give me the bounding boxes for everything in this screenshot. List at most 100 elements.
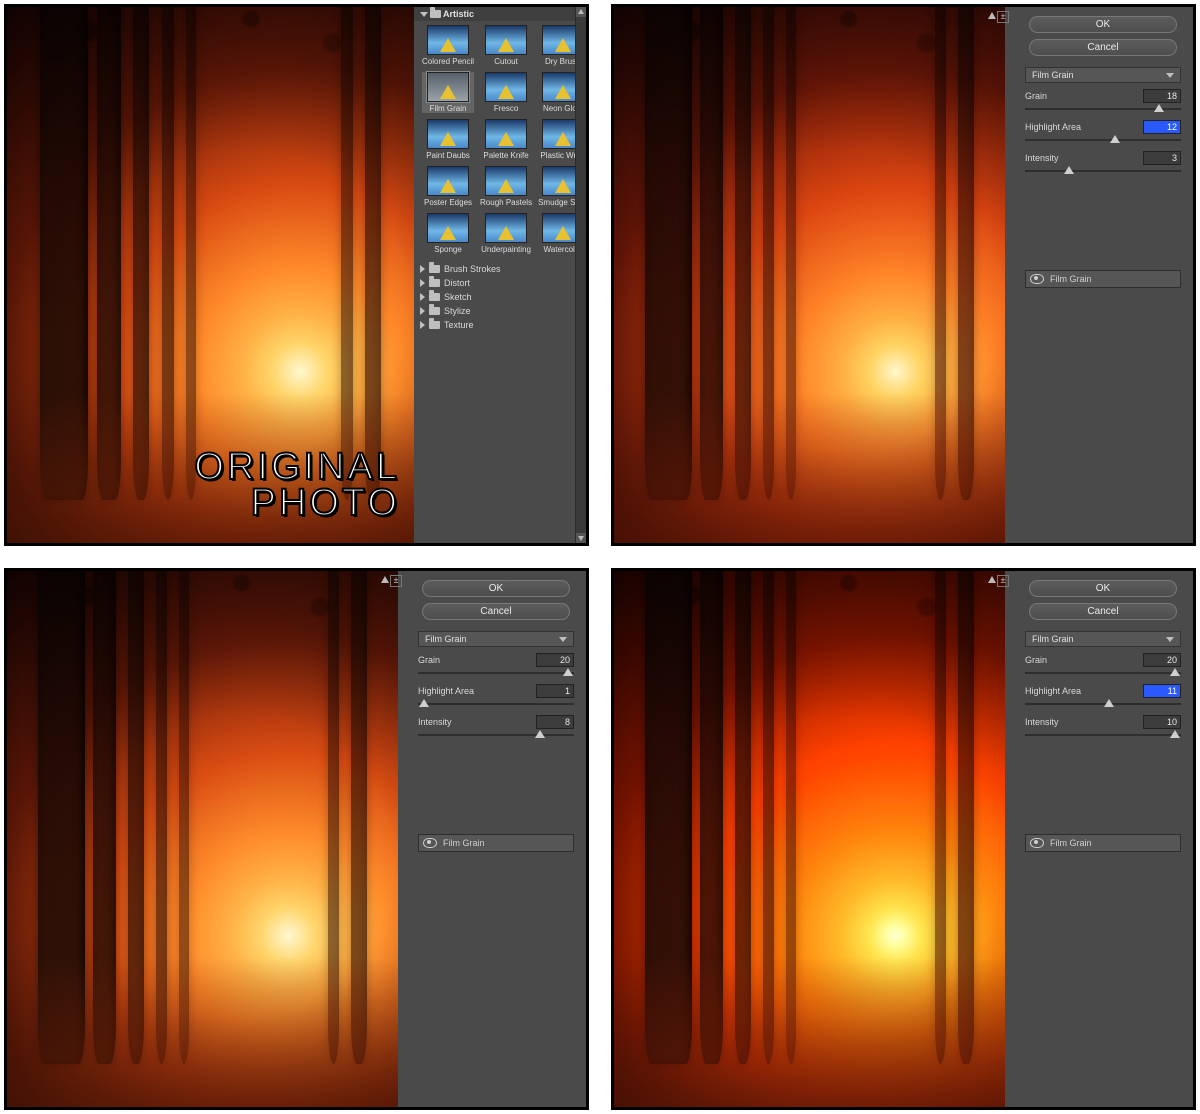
- intensity-label: Intensity: [1025, 153, 1143, 163]
- highlight-area-value[interactable]: 12: [1143, 120, 1181, 134]
- intensity-slider[interactable]: [1025, 730, 1181, 740]
- filter-select-label: Film Grain: [425, 634, 467, 644]
- chevron-down-icon: [420, 12, 428, 17]
- grain-slider[interactable]: [418, 668, 574, 678]
- highlight-area-slider[interactable]: [418, 699, 574, 709]
- filter-select-label: Film Grain: [1032, 634, 1074, 644]
- folder-icon: [430, 10, 441, 18]
- filter-thumb-label: Paint Daubs: [426, 151, 470, 160]
- filter-thumb-colored-pencil[interactable]: Colored Pencil: [422, 25, 474, 66]
- folder-icon: [429, 307, 440, 315]
- filter-gallery-panel: Artistic Colored PencilCutoutDry BrushFi…: [414, 7, 586, 543]
- expand-toggle-icon[interactable]: ±: [997, 11, 1009, 23]
- expand-toggle-icon[interactable]: ±: [997, 575, 1009, 587]
- quad-variant-3: ± OKCancelFilm GrainGrain20Highlight Are…: [4, 568, 589, 1110]
- cancel-button[interactable]: Cancel: [1029, 39, 1177, 56]
- filter-category-list: Brush Strokes Distort Sketch Stylize Texture: [414, 260, 576, 334]
- category-label: Artistic: [443, 9, 474, 19]
- filter-thumb-cutout[interactable]: Cutout: [480, 25, 532, 66]
- filter-select[interactable]: Film Grain: [1025, 631, 1181, 647]
- effect-layer-label: Film Grain: [1050, 838, 1092, 848]
- category-label: Sketch: [444, 292, 472, 302]
- filter-thumb-fresco[interactable]: Fresco: [480, 72, 532, 113]
- chevron-right-icon: [420, 265, 425, 273]
- grain-slider[interactable]: [1025, 668, 1181, 678]
- intensity-value[interactable]: 3: [1143, 151, 1181, 165]
- original-photo-label: ORIGINALPHOTO: [194, 449, 400, 521]
- filter-options-panel: OKCancelFilm GrainGrain20Highlight Area1…: [1013, 571, 1193, 1107]
- chevron-right-icon: [420, 279, 425, 287]
- gallery-category-distort[interactable]: Distort: [420, 276, 570, 290]
- intensity-slider[interactable]: [418, 730, 574, 740]
- filter-thumb-label: Palette Knife: [483, 151, 528, 160]
- preview-image: [614, 571, 1005, 1107]
- grain-value[interactable]: 20: [1143, 653, 1181, 667]
- filter-thumb-sponge[interactable]: Sponge: [422, 213, 474, 254]
- intensity-slider[interactable]: [1025, 166, 1181, 176]
- gallery-category-texture[interactable]: Texture: [420, 318, 570, 332]
- cancel-button[interactable]: Cancel: [422, 603, 570, 620]
- highlight-area-label: Highlight Area: [418, 686, 536, 696]
- effect-layer-row[interactable]: Film Grain: [418, 834, 574, 852]
- grain-label: Grain: [1025, 91, 1143, 101]
- filter-thumb-label: Film Grain: [430, 104, 467, 113]
- quad-variant-4: ± OKCancelFilm GrainGrain20Highlight Are…: [611, 568, 1196, 1110]
- cancel-button[interactable]: Cancel: [1029, 603, 1177, 620]
- gallery-category-brush-strokes[interactable]: Brush Strokes: [420, 262, 570, 276]
- scroll-up-icon[interactable]: [576, 7, 586, 17]
- grain-slider[interactable]: [1025, 104, 1181, 114]
- filter-thumb-label: Underpainting: [481, 245, 531, 254]
- intensity-value[interactable]: 8: [536, 715, 574, 729]
- expand-up-icon[interactable]: [987, 575, 997, 585]
- intensity-value[interactable]: 10: [1143, 715, 1181, 729]
- ok-button[interactable]: OK: [422, 580, 570, 597]
- gallery-category-artistic[interactable]: Artistic: [414, 7, 576, 21]
- grain-value[interactable]: 18: [1143, 89, 1181, 103]
- gallery-scrollbar[interactable]: [575, 7, 586, 543]
- chevron-down-icon: [1166, 637, 1174, 642]
- ok-button[interactable]: OK: [1029, 580, 1177, 597]
- highlight-area-value[interactable]: 1: [536, 684, 574, 698]
- effect-layer-label: Film Grain: [1050, 274, 1092, 284]
- gallery-category-stylize[interactable]: Stylize: [420, 304, 570, 318]
- filter-thumb-palette-knife[interactable]: Palette Knife: [480, 119, 532, 160]
- filter-thumb-film-grain[interactable]: Film Grain: [422, 72, 474, 113]
- filter-thumb-label: Fresco: [494, 104, 518, 113]
- preview-image: ORIGINALPHOTO: [7, 7, 414, 543]
- preview-image: [614, 7, 1005, 543]
- effect-layer-row[interactable]: Film Grain: [1025, 834, 1181, 852]
- preview-image: [7, 571, 398, 1107]
- expand-toggle-icon[interactable]: ±: [390, 575, 402, 587]
- filter-thumb-label: Colored Pencil: [422, 57, 474, 66]
- filter-select[interactable]: Film Grain: [1025, 67, 1181, 83]
- filter-thumb-rough-pastels[interactable]: Rough Pastels: [480, 166, 532, 207]
- filter-thumb-label: Rough Pastels: [480, 198, 532, 207]
- expand-up-icon[interactable]: [987, 11, 997, 21]
- filter-thumb-label: Sponge: [434, 245, 462, 254]
- visibility-eye-icon[interactable]: [423, 838, 437, 848]
- category-label: Distort: [444, 278, 470, 288]
- page-grid: ORIGINALPHOTO Artistic Colored Pencil Cut…: [0, 0, 1200, 1114]
- scroll-down-icon[interactable]: [576, 533, 586, 543]
- intensity-label: Intensity: [418, 717, 536, 727]
- chevron-right-icon: [420, 321, 425, 329]
- filter-thumb-label: Cutout: [494, 57, 518, 66]
- visibility-eye-icon[interactable]: [1030, 274, 1044, 284]
- highlight-area-slider[interactable]: [1025, 135, 1181, 145]
- highlight-area-slider[interactable]: [1025, 699, 1181, 709]
- chevron-right-icon: [420, 293, 425, 301]
- effect-layer-row[interactable]: Film Grain: [1025, 270, 1181, 288]
- expand-up-icon[interactable]: [380, 575, 390, 585]
- filter-thumb-underpainting[interactable]: Underpainting: [480, 213, 532, 254]
- filter-thumb-poster-edges[interactable]: Poster Edges: [422, 166, 474, 207]
- visibility-eye-icon[interactable]: [1030, 838, 1044, 848]
- highlight-area-value[interactable]: 11: [1143, 684, 1181, 698]
- filter-thumb-paint-daubs[interactable]: Paint Daubs: [422, 119, 474, 160]
- folder-icon: [429, 293, 440, 301]
- folder-icon: [429, 265, 440, 273]
- filter-select[interactable]: Film Grain: [418, 631, 574, 647]
- gallery-category-sketch[interactable]: Sketch: [420, 290, 570, 304]
- category-label: Stylize: [444, 306, 471, 316]
- ok-button[interactable]: OK: [1029, 16, 1177, 33]
- grain-value[interactable]: 20: [536, 653, 574, 667]
